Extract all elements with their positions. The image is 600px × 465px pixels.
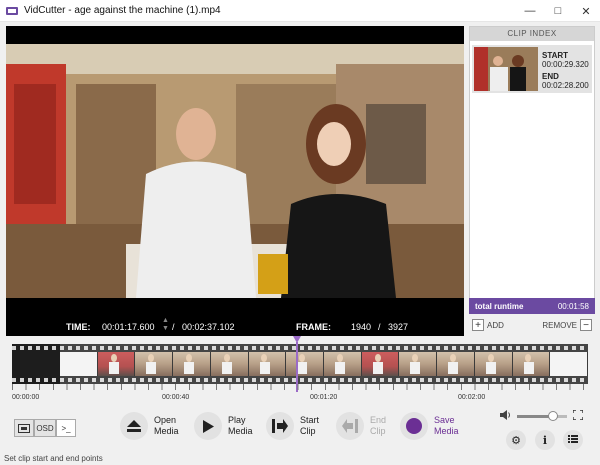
clip-end-time: 00:02:28.200 — [542, 81, 589, 90]
gear-icon: ⚙ — [511, 434, 521, 447]
clip-start-icon — [266, 412, 294, 440]
console-button[interactable]: >_ — [56, 419, 76, 437]
view-mode-group: OSD >_ — [14, 419, 76, 437]
open-media-label: Open Media — [154, 415, 179, 436]
volume-control — [500, 409, 584, 423]
app-icon — [6, 6, 18, 16]
eject-icon — [120, 412, 148, 440]
ruler-label: 00:00:00 — [12, 394, 40, 401]
settings-button[interactable]: ⚙ — [506, 430, 526, 450]
time-spinner-icon[interactable]: ▲ ▼ — [162, 317, 169, 333]
add-label: ADD — [487, 320, 504, 330]
play-icon — [194, 412, 222, 440]
remove-label: REMOVE — [542, 320, 577, 330]
frame-label: FRAME: — [296, 322, 331, 332]
close-button[interactable]: ✕ — [572, 0, 600, 22]
info-button[interactable]: i — [535, 430, 555, 450]
clip-index-panel: CLIP INDEX START 00:00:29.320 END 00:02:… — [469, 26, 595, 314]
list-icon — [568, 434, 578, 446]
volume-knob[interactable] — [548, 411, 558, 421]
record-icon — [400, 412, 428, 440]
end-clip-label: End Clip — [370, 415, 387, 436]
video-frame-image — [6, 44, 464, 298]
time-separator: / — [172, 322, 175, 332]
osd-toggle-button[interactable]: OSD — [34, 419, 56, 437]
minimize-button[interactable]: — — [516, 0, 544, 22]
add-clip-button[interactable]: + ADD — [469, 316, 532, 334]
start-clip-button[interactable]: Start Clip — [266, 412, 319, 440]
timeline-ruler: 00:00:00 00:00:40 00:01:20 00:02:00 — [12, 384, 588, 402]
window-controls: — □ ✕ — [516, 0, 600, 22]
clip-index-header: CLIP INDEX — [470, 27, 594, 41]
start-clip-label: Start Clip — [300, 415, 320, 436]
video-icon — [18, 423, 30, 433]
status-bar: Set clip start and end points — [4, 454, 103, 463]
total-frames-value: 3927 — [388, 322, 409, 332]
clip-list-item[interactable]: START 00:00:29.320 END 00:02:28.200 — [472, 45, 592, 93]
clip-end-icon — [336, 412, 364, 440]
current-frame-value: 1940 — [351, 322, 372, 332]
open-media-button[interactable]: Open Media — [120, 412, 179, 440]
timeline-playhead[interactable] — [292, 336, 301, 392]
clip-start-label: START — [542, 51, 569, 60]
clip-start-time: 00:00:29.320 — [542, 60, 589, 69]
remove-clip-button[interactable]: REMOVE − — [532, 316, 595, 334]
volume-slider[interactable] — [517, 411, 567, 421]
film-sprockets-bottom — [12, 378, 588, 382]
clip-end-label: END — [542, 72, 559, 81]
ruler-ticks — [12, 384, 588, 390]
speaker-icon[interactable] — [500, 410, 511, 423]
info-icon: i — [542, 433, 548, 447]
video-status-bar: TIME: 00:01:17.600 ▲ ▼ / 00:02:37.102 FRA… — [6, 316, 464, 336]
save-media-button[interactable]: Save Media — [400, 412, 459, 440]
end-clip-button[interactable]: End Clip — [336, 412, 386, 440]
frame-separator: / — [378, 322, 381, 332]
video-player[interactable]: TIME: 00:01:17.600 ▲ ▼ / 00:02:37.102 FRA… — [6, 26, 464, 336]
current-time-value[interactable]: 00:01:17.600 — [102, 322, 155, 332]
ruler-label: 00:02:00 — [458, 394, 486, 401]
total-runtime-bar: total runtime 00:01:58 — [469, 298, 595, 314]
total-runtime-label: total runtime — [475, 301, 524, 311]
fullscreen-icon[interactable] — [572, 409, 584, 423]
menu-button[interactable] — [563, 430, 583, 450]
save-media-label: Save Media — [434, 415, 459, 436]
maximize-button[interactable]: □ — [544, 0, 572, 22]
window-title: VidCutter - age against the machine (1).… — [24, 5, 221, 16]
clip-actions: + ADD REMOVE − — [469, 316, 595, 334]
video-mode-button[interactable] — [14, 419, 34, 437]
minus-icon: − — [580, 319, 592, 331]
plus-icon: + — [472, 319, 484, 331]
play-media-button[interactable]: Play Media — [194, 412, 253, 440]
total-time-value: 00:02:37.102 — [182, 322, 235, 332]
total-runtime-value: 00:01:58 — [557, 301, 589, 311]
time-label: TIME: — [66, 322, 91, 332]
play-media-label: Play Media — [228, 415, 253, 436]
ruler-label: 00:01:20 — [310, 394, 338, 401]
title-bar: VidCutter - age against the machine (1).… — [0, 0, 600, 22]
ruler-label: 00:00:40 — [162, 394, 190, 401]
timeline-strip[interactable] — [12, 344, 589, 384]
clip-thumbnail — [474, 47, 538, 91]
